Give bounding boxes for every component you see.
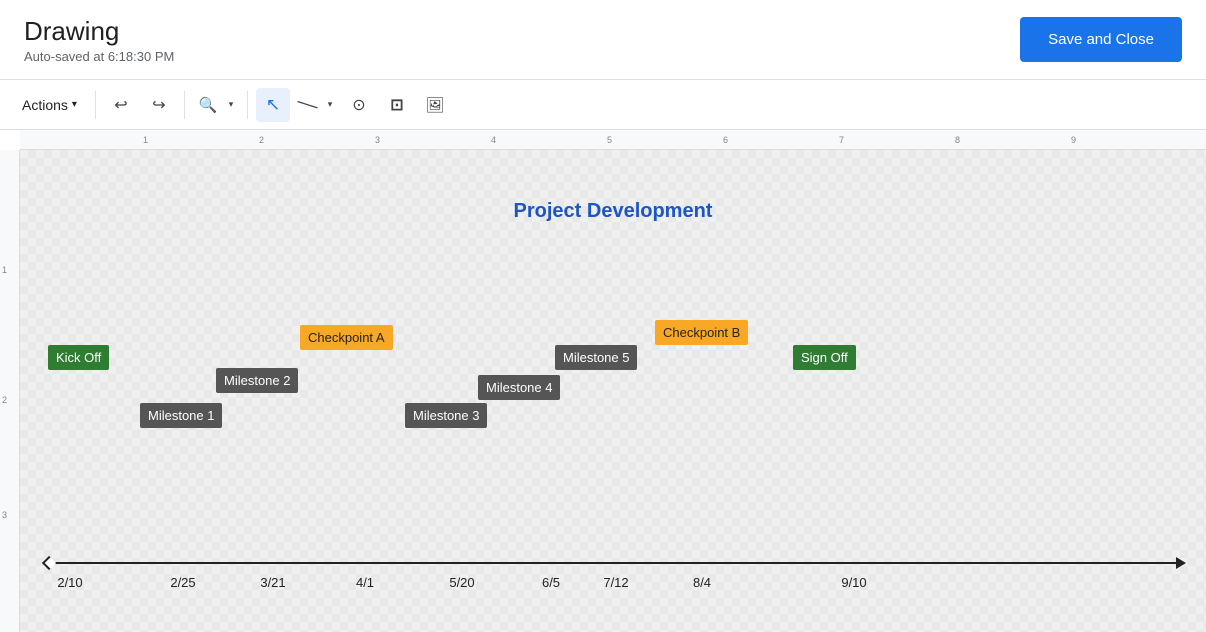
milestone4-box[interactable]: Milestone 4 xyxy=(478,375,560,400)
milestone1-label: Milestone 1 xyxy=(148,408,214,423)
checkpointa-box[interactable]: Checkpoint A xyxy=(300,325,393,350)
milestone3-label: Milestone 3 xyxy=(413,408,479,423)
ruler-left-mark-3: 3 xyxy=(2,510,7,520)
save-close-button[interactable]: Save and Close xyxy=(1020,17,1182,62)
date-label-8: 9/10 xyxy=(841,575,866,590)
zoom-icon: 🔍 xyxy=(199,96,218,114)
actions-label: Actions xyxy=(22,97,68,113)
date-label-7: 8/4 xyxy=(693,575,711,590)
checkpointb-box[interactable]: Checkpoint B xyxy=(655,320,748,345)
milestone1-box[interactable]: Milestone 1 xyxy=(140,403,222,428)
ruler-mark-3: 3 xyxy=(375,135,380,145)
date-label-0: 2/10 xyxy=(57,575,82,590)
milestone2-box[interactable]: Milestone 2 xyxy=(216,368,298,393)
app-title: Drawing xyxy=(24,16,174,47)
ruler-mark-8: 8 xyxy=(955,135,960,145)
textbox-icon: ⊡ xyxy=(390,95,403,115)
ruler-mark-4: 4 xyxy=(491,135,496,145)
ruler-mark-6: 6 xyxy=(723,135,728,145)
shape-icon: ⊙ xyxy=(352,95,365,115)
ruler-top: 1 2 3 4 5 6 7 8 9 xyxy=(20,130,1206,150)
zoom-button[interactable]: 🔍 xyxy=(193,88,223,122)
ruler-left: 1 2 3 xyxy=(0,150,20,632)
date-label-1: 2/25 xyxy=(170,575,195,590)
undo-icon: ↩ xyxy=(114,95,127,115)
ruler-left-mark-2: 2 xyxy=(2,395,7,405)
date-label-6: 7/12 xyxy=(603,575,628,590)
checkpointa-label: Checkpoint A xyxy=(308,330,385,345)
timeline-arrow xyxy=(48,562,1178,564)
select-icon: ↖ xyxy=(266,95,280,115)
zoom-group: 🔍 ▾ xyxy=(193,88,239,122)
milestone4-label: Milestone 4 xyxy=(486,380,552,395)
line-icon: ╲ xyxy=(297,94,318,115)
header-left: Drawing Auto-saved at 6:18:30 PM xyxy=(24,16,174,64)
ruler-mark-5: 5 xyxy=(607,135,612,145)
redo-button[interactable]: ↪ xyxy=(142,88,176,122)
actions-dropdown-icon: ▾ xyxy=(72,99,77,110)
select-tool-button[interactable]: ↖ xyxy=(256,88,290,122)
header: Drawing Auto-saved at 6:18:30 PM Save an… xyxy=(0,0,1206,80)
textbox-tool-button[interactable]: ⊡ xyxy=(380,88,414,122)
redo-icon: ↪ xyxy=(152,95,165,115)
date-label-3: 4/1 xyxy=(356,575,374,590)
line-dropdown-button[interactable]: ▾ xyxy=(322,88,338,122)
date-label-2: 3/21 xyxy=(260,575,285,590)
canvas-container[interactable]: 1 2 3 1 2 3 4 5 6 7 8 9 Project Developm… xyxy=(0,130,1206,632)
date-label-5: 6/5 xyxy=(542,575,560,590)
image-icon: 🖼 xyxy=(425,96,444,114)
milestone5-box[interactable]: Milestone 5 xyxy=(555,345,637,370)
milestone5-label: Milestone 5 xyxy=(563,350,629,365)
shape-tool-button[interactable]: ⊙ xyxy=(342,88,376,122)
autosave-status: Auto-saved at 6:18:30 PM xyxy=(24,49,174,64)
ruler-mark-9: 9 xyxy=(1071,135,1076,145)
drawing-canvas[interactable]: Project Development Kick Off Milestone 1… xyxy=(20,150,1206,632)
ruler-left-mark-1: 1 xyxy=(2,265,7,275)
milestone2-label: Milestone 2 xyxy=(224,373,290,388)
toolbar: Actions ▾ ↩ ↪ 🔍 ▾ ↖ ╲ ▾ ⊙ ⊡ 🖼 xyxy=(0,80,1206,130)
toolbar-divider-2 xyxy=(184,91,185,119)
checkpointb-label: Checkpoint B xyxy=(663,325,740,340)
kickoff-box[interactable]: Kick Off xyxy=(48,345,109,370)
milestone3-box[interactable]: Milestone 3 xyxy=(405,403,487,428)
line-tool-group: ╲ ▾ xyxy=(294,88,338,122)
date-label-4: 5/20 xyxy=(449,575,474,590)
zoom-dropdown-button[interactable]: ▾ xyxy=(223,88,239,122)
ruler-mark-1: 1 xyxy=(143,135,148,145)
chart-title: Project Development xyxy=(514,200,713,223)
toolbar-divider-3 xyxy=(247,91,248,119)
line-tool-button[interactable]: ╲ xyxy=(294,88,322,122)
signoff-label: Sign Off xyxy=(801,350,848,365)
ruler-mark-2: 2 xyxy=(259,135,264,145)
kickoff-label: Kick Off xyxy=(56,350,101,365)
undo-button[interactable]: ↩ xyxy=(104,88,138,122)
signoff-box[interactable]: Sign Off xyxy=(793,345,856,370)
actions-menu-button[interactable]: Actions ▾ xyxy=(12,91,87,119)
image-tool-button[interactable]: 🖼 xyxy=(418,88,452,122)
ruler-mark-7: 7 xyxy=(839,135,844,145)
toolbar-divider-1 xyxy=(95,91,96,119)
